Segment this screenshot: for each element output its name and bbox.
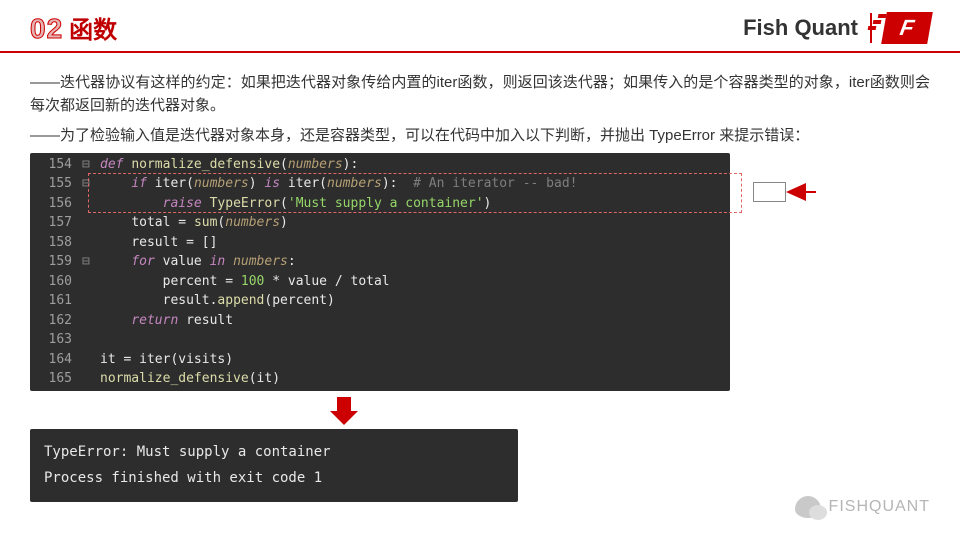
code-line: 160 percent = 100 * value / total	[30, 272, 730, 292]
console-line-1: TypeError: Must supply a container	[44, 439, 504, 466]
code-area: 154⊟def normalize_defensive(numbers):155…	[30, 153, 930, 391]
arrow-down-icon	[330, 397, 358, 425]
code-line: 157 total = sum(numbers)	[30, 213, 730, 233]
arrow-right-icon	[756, 183, 816, 201]
code-line: 164it = iter(visits)	[30, 350, 730, 370]
console-line-2: Process finished with exit code 1	[44, 465, 504, 492]
brand-name: Fish Quant	[743, 15, 858, 41]
slide-header: 02 函数 Fish Quant F	[0, 0, 960, 53]
code-line: 156 raise TypeError('Must supply a conta…	[30, 194, 730, 214]
code-line: 165normalize_defensive(it)	[30, 369, 730, 389]
brand-logo-icon: F	[881, 12, 933, 44]
paragraph-2: ——为了检验输入值是迭代器对象本身，还是容器类型，可以在代码中加入以下判断，并抛…	[30, 124, 930, 147]
code-block: 154⊟def normalize_defensive(numbers):155…	[30, 153, 730, 391]
header-right: Fish Quant F	[743, 12, 930, 44]
code-line: 154⊟def normalize_defensive(numbers):	[30, 155, 730, 175]
code-line: 163	[30, 330, 730, 350]
code-line: 159⊟ for value in numbers:	[30, 252, 730, 272]
slide-content: ——迭代器协议有这样的约定：如果把迭代器对象传给内置的iter函数，则返回该迭代…	[0, 53, 960, 502]
section-number: 02	[30, 13, 63, 45]
logo-divider	[870, 13, 872, 43]
footer-brand: FISHQUANT	[795, 496, 930, 518]
code-line: 162 return result	[30, 311, 730, 331]
console-output: TypeError: Must supply a container Proce…	[30, 429, 518, 502]
section-title: 函数	[69, 10, 117, 45]
paragraph-1: ——迭代器协议有这样的约定：如果把迭代器对象传给内置的iter函数，则返回该迭代…	[30, 71, 930, 118]
wechat-icon	[795, 496, 821, 518]
code-line: 161 result.append(percent)	[30, 291, 730, 311]
footer-label: FISHQUANT	[829, 498, 930, 516]
header-left: 02 函数	[30, 10, 117, 45]
code-line: 158 result = []	[30, 233, 730, 253]
code-line: 155⊟ if iter(numbers) is iter(numbers): …	[30, 174, 730, 194]
